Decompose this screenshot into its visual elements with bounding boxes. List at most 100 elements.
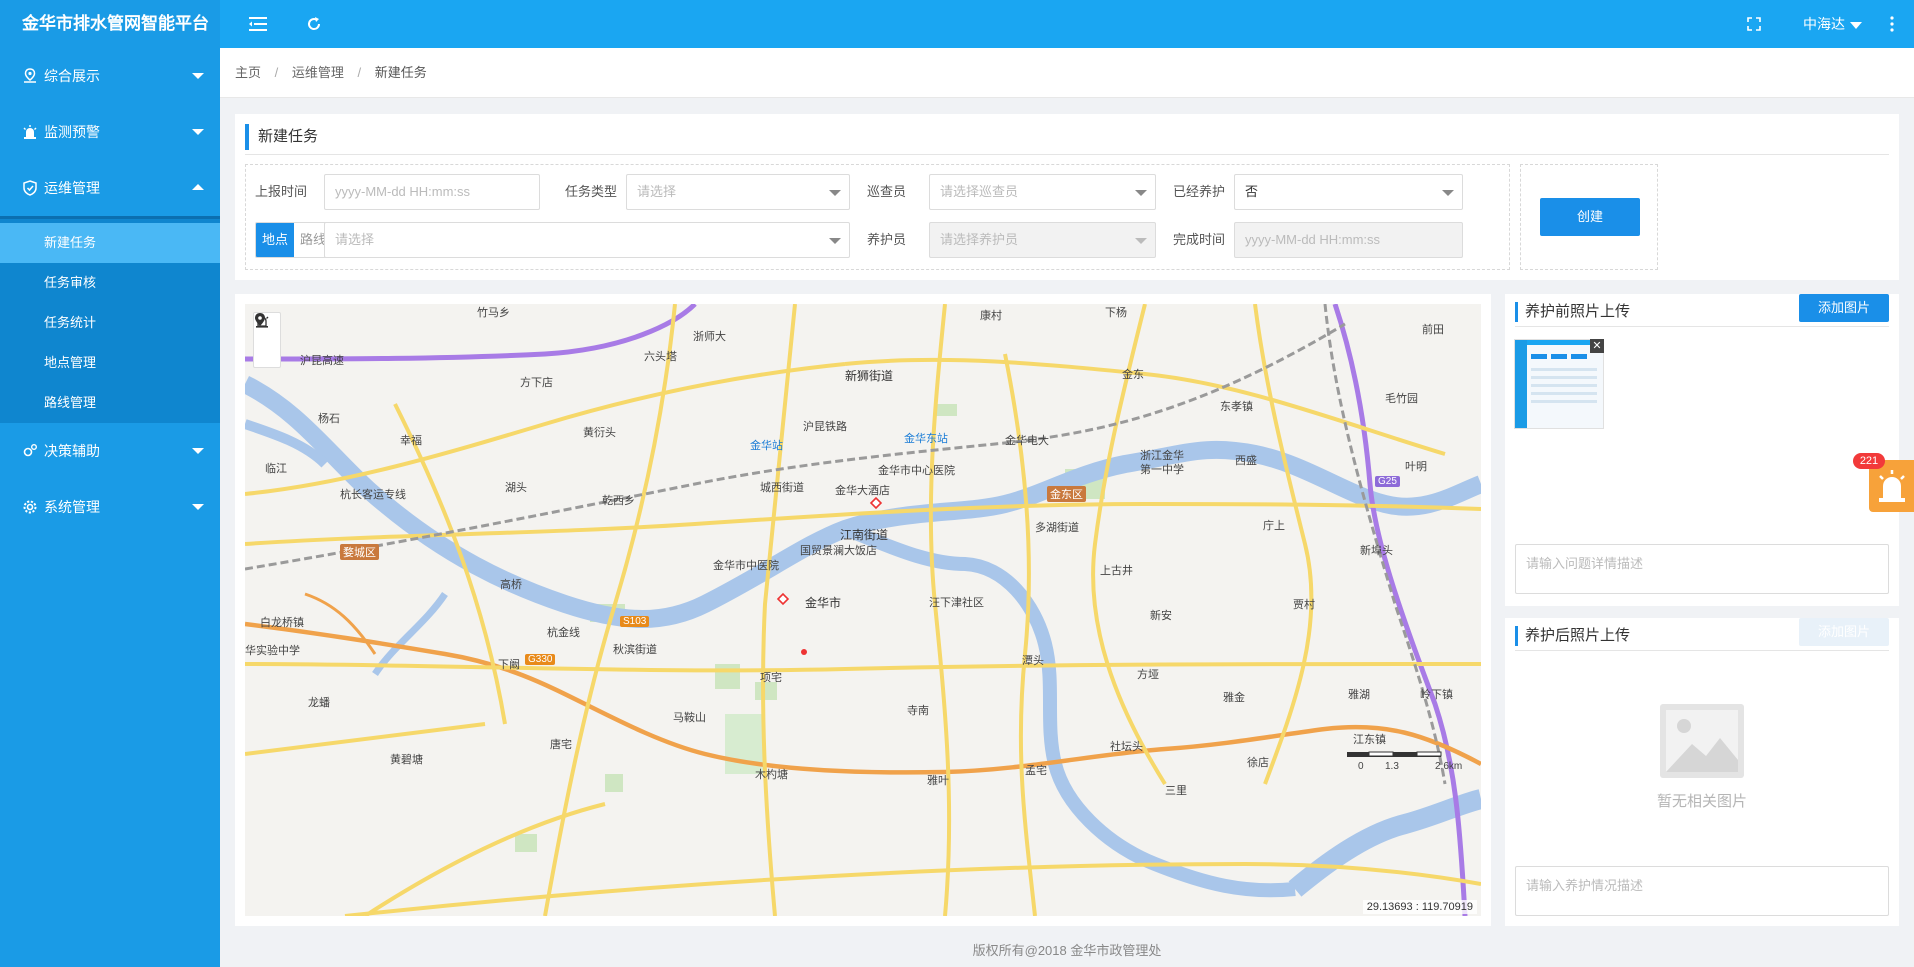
fullscreen-icon[interactable] <box>1742 12 1766 36</box>
sidebar-item-monitoring[interactable]: 监测预警 <box>0 104 220 160</box>
breadcrumb-section[interactable]: 运维管理 <box>292 65 344 80</box>
task-type-select[interactable]: 请选择 <box>626 174 850 210</box>
menu-toggle-icon[interactable] <box>246 12 270 36</box>
user-menu[interactable]: 中海达 <box>1803 0 1862 48</box>
mode-toggle[interactable]: 地点 路线 <box>255 222 333 258</box>
map-label: 杭金线 <box>547 627 580 639</box>
map-label: 杭长客运专线 <box>340 489 406 501</box>
map-label: 金华大酒店 <box>835 485 890 497</box>
breadcrumb-home[interactable]: 主页 <box>235 65 261 80</box>
map[interactable]: 竹马乡 浙师大 康村 下杨 前田 沪昆高速 六头塔 方下店 新狮街道 金东 东孝… <box>245 304 1481 916</box>
task-form: 上报时间 yyyy-MM-dd HH:mm:ss 任务类型 请选择 巡查员 请选… <box>245 164 1510 270</box>
after-add-photo-button[interactable]: 添加图片 <box>1799 618 1889 646</box>
sidebar-item-decision[interactable]: 决策辅助 <box>0 423 220 479</box>
close-icon[interactable]: ✕ <box>1590 339 1604 353</box>
chevron-up-icon <box>192 184 204 190</box>
submenu-item-route-mgmt[interactable]: 路线管理 <box>0 383 220 423</box>
map-label: 项宅 <box>760 672 782 684</box>
map-label: 金华市中心医院 <box>878 465 955 477</box>
mode-point-tab[interactable]: 地点 <box>256 223 294 257</box>
map-label: 新埠头 <box>1360 545 1393 557</box>
refresh-icon[interactable] <box>302 12 326 36</box>
more-vertical-icon[interactable] <box>1880 12 1904 36</box>
top-bar: 金华市排水管网智能平台 中海达 <box>0 0 1914 48</box>
map-label: 高桥 <box>500 579 522 591</box>
create-button[interactable]: 创建 <box>1540 198 1640 236</box>
maintainer-select[interactable]: 请选择养护员 <box>929 222 1156 258</box>
chevron-down-icon <box>192 448 204 454</box>
chevron-down-icon <box>829 190 841 196</box>
map-label: 木杓塘 <box>755 769 788 781</box>
location-select[interactable]: 请选择 <box>324 222 850 258</box>
map-label: 杨石 <box>318 413 340 425</box>
map-label: 江南街道 <box>840 528 889 542</box>
submenu-item-task-review[interactable]: 任务审核 <box>0 263 220 303</box>
submenu-item-location-mgmt[interactable]: 地点管理 <box>0 343 220 383</box>
map-label: 白龙桥镇 <box>260 617 304 629</box>
map-label: 沪昆铁路 <box>803 421 847 433</box>
scale-label: 0 <box>1358 761 1364 772</box>
sidebar-item-overview[interactable]: 综合展示 <box>0 48 220 104</box>
alarm-count-badge: 221 <box>1853 453 1885 469</box>
breadcrumb: 主页 / 运维管理 / 新建任务 <box>220 48 1914 98</box>
highway-badge: G25 <box>1375 476 1400 487</box>
gears-icon <box>23 444 37 457</box>
before-add-photo-button[interactable]: 添加图片 <box>1799 294 1889 322</box>
breadcrumb-separator: / <box>274 65 279 80</box>
scale-value: 2.6 <box>1435 761 1449 772</box>
sidebar-item-maintenance[interactable]: 运维管理 <box>0 160 220 216</box>
map-label: 黄碧塘 <box>390 754 423 766</box>
after-description-input[interactable]: 请输入养护情况描述 <box>1515 866 1889 916</box>
after-photo-title: 养护后照片上传 <box>1515 626 1630 646</box>
map-label: 六头塔 <box>644 351 677 363</box>
map-label: 唐宅 <box>550 739 572 751</box>
sidebar-item-system[interactable]: 系统管理 <box>0 479 220 535</box>
map-coordinates: 29.13693 : 119.70919 <box>1362 900 1477 914</box>
divider <box>1515 650 1889 651</box>
road-badge: G330 <box>525 654 556 665</box>
finish-time-input[interactable]: yyyy-MM-dd HH:mm:ss <box>1234 222 1463 258</box>
map-label: 社坛头 <box>1110 741 1143 753</box>
image-placeholder-icon <box>1660 704 1744 778</box>
maintained-select[interactable]: 否 <box>1234 174 1463 210</box>
scale-unit: km <box>1448 761 1463 772</box>
maintained-value: 否 <box>1245 184 1259 199</box>
map-label: 多湖街道 <box>1035 522 1079 534</box>
sidebar: 综合展示 监测预警 运维管理 新建任务 任务审核 任务统计 地点管理 路线管理 … <box>0 48 220 967</box>
inspector-select[interactable]: 请选择巡查员 <box>929 174 1156 210</box>
map-label: 江东镇 <box>1353 734 1386 746</box>
main-content: 主页 / 运维管理 / 新建任务 新建任务 上报时间 yyyy-MM-dd HH… <box>220 48 1914 967</box>
report-time-input[interactable]: yyyy-MM-dd HH:mm:ss <box>324 174 540 210</box>
chevron-down-icon <box>192 504 204 510</box>
map-label: 雅湖 <box>1348 689 1370 701</box>
map-controls <box>253 312 281 368</box>
divider <box>1515 326 1889 327</box>
location-pin-icon[interactable] <box>254 313 280 367</box>
submenu-item-task-stats[interactable]: 任务统计 <box>0 303 220 343</box>
map-label: 新狮街道 <box>845 369 894 383</box>
chevron-down-icon <box>1442 190 1454 196</box>
empty-image-text: 暂无相关图片 <box>1656 793 1747 810</box>
breadcrumb-current: 新建任务 <box>374 65 427 80</box>
map-label: 贾村 <box>1293 599 1315 611</box>
after-photo-panel: 养护后照片上传 添加图片 暂无相关图片 请输入养护情况描述 <box>1505 618 1899 926</box>
map-label: 寺南 <box>907 705 929 717</box>
empty-image-placeholder <box>1652 698 1752 784</box>
screenshot-thumbnail-image <box>1515 340 1603 428</box>
photo-thumbnail[interactable]: ✕ <box>1514 339 1604 429</box>
map-label: 沪昆高速 <box>300 355 344 367</box>
map-label: 乾西乡 <box>602 495 635 507</box>
before-description-input[interactable]: 请输入问题详情描述 <box>1515 544 1889 594</box>
map-label: 竹马乡 <box>477 307 510 319</box>
map-label: 金华市 <box>805 596 842 610</box>
siren-icon <box>23 125 37 139</box>
submenu-item-new-task[interactable]: 新建任务 <box>0 223 220 263</box>
map-label: 三里 <box>1165 785 1187 797</box>
map-label: 浙师大 <box>693 331 726 343</box>
chevron-down-icon <box>1135 190 1147 196</box>
sidebar-item-label: 系统管理 <box>44 499 100 515</box>
chevron-down-icon <box>192 73 204 79</box>
map-label: 上古井 <box>1100 565 1133 577</box>
sidebar-item-label: 决策辅助 <box>44 443 100 459</box>
map-label: 庁上 <box>1263 520 1285 532</box>
